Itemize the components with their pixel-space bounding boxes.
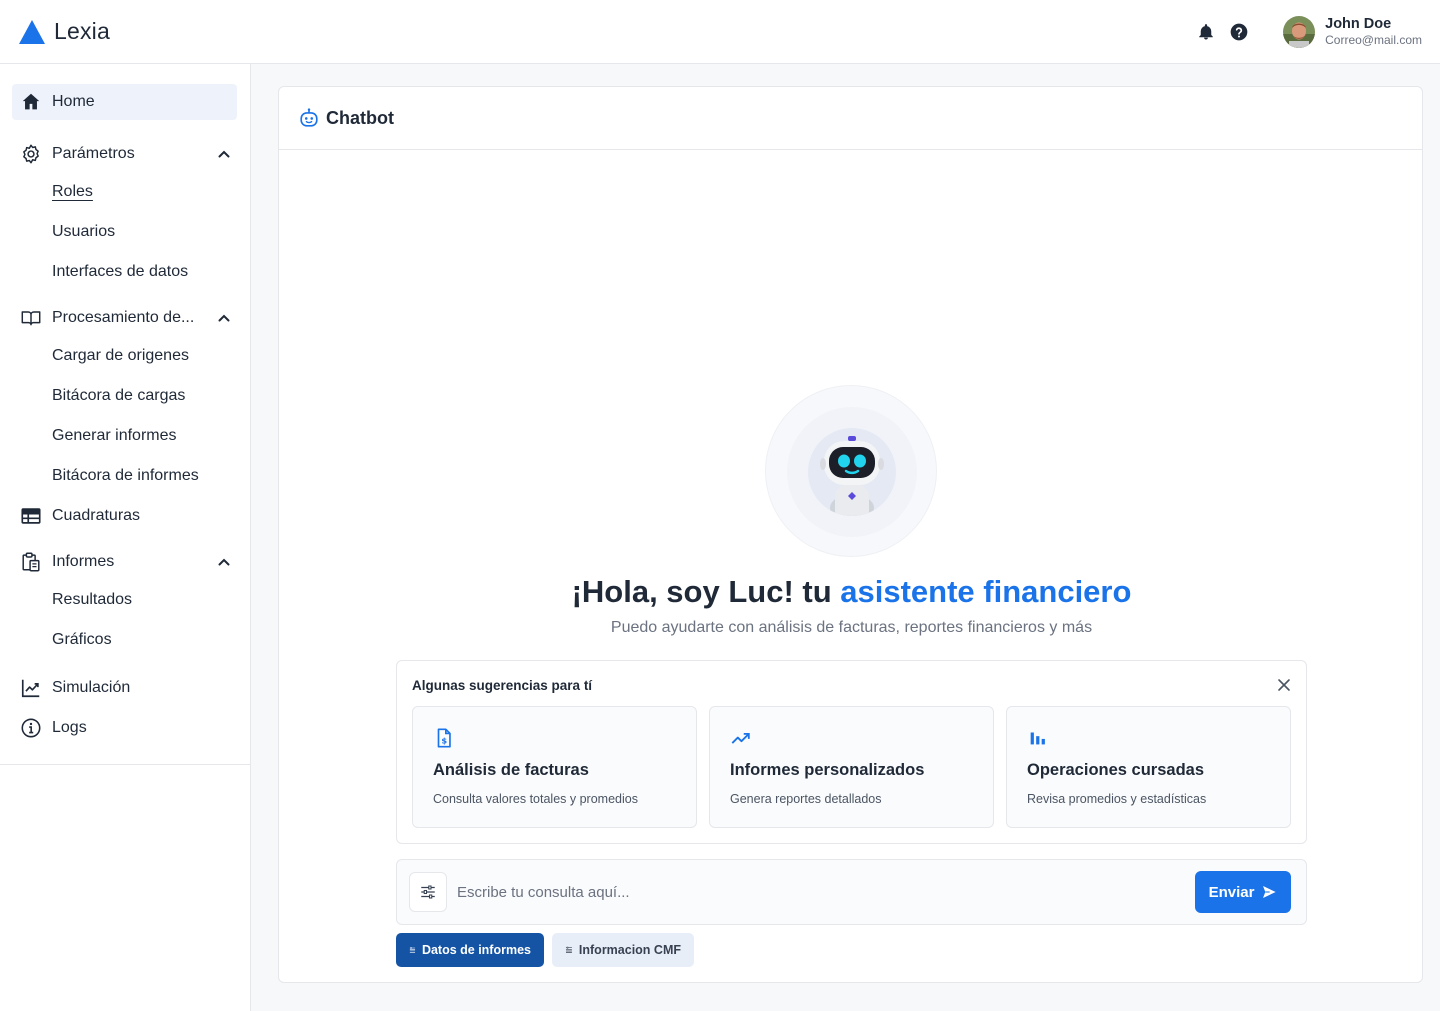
suggestion-description: Genera reportes detallados [730,792,882,806]
sidebar-item-home[interactable]: Home [12,84,237,120]
list-icon [565,946,572,953]
robot-icon [300,108,318,127]
sidebar-item-label: Logs [52,719,87,736]
sidebar-item-simulacion[interactable]: Simulación [12,670,237,706]
user-name: John Doe [1325,15,1392,32]
clipboard-icon [20,551,42,573]
user-menu[interactable]: John Doe Correo@mail.com [1283,15,1422,48]
brand-logo-icon [19,19,45,44]
sidebar-item-label: Cuadraturas [52,507,141,524]
bar-chart-icon [1030,732,1045,745]
suggestion-title: Análisis de facturas [433,761,589,779]
chat-composer: Enviar [396,859,1307,925]
suggestion-description: Revisa promedios y estadísticas [1027,792,1207,806]
sidebar-item-label: Home [52,93,95,110]
sidebar-subitem-interfaces[interactable]: Interfaces de datos [52,263,188,281]
help-icon[interactable] [1228,21,1250,43]
trending-up-icon [731,732,750,744]
brand-name: Lexia [54,18,110,44]
sidebar-item-label: Parámetros [52,145,135,162]
page-title: Chatbot [326,107,394,128]
chat-input[interactable] [457,872,1177,912]
list-icon [409,947,416,953]
robot-avatar [765,385,937,557]
suggestion-card-facturas[interactable]: $ Análisis de facturas Consulta valores … [412,706,697,828]
send-button[interactable]: Enviar [1195,871,1291,913]
greeting-prefix: ¡Hola, soy Luc! tu [571,574,841,609]
brand[interactable]: Lexia [18,18,110,45]
suggestions-panel: Algunas sugerencias para tí $ Análisis d… [396,660,1307,844]
book-icon [20,307,42,329]
sidebar-item-label: Informes [52,553,115,570]
sidebar-subitem-usuarios[interactable]: Usuarios [52,223,115,241]
avatar [1283,15,1316,48]
suggestions-title: Algunas sugerencias para tí [412,678,593,693]
invoice-icon: $ [437,728,451,748]
bell-icon[interactable] [1195,21,1217,43]
sidebar-subitem-bitacora-cargas[interactable]: Bitácora de cargas [52,387,185,405]
sidebar-item-cuadraturas[interactable]: Cuadraturas [12,498,237,534]
chevron-up-icon[interactable] [217,147,231,161]
user-email: Correo@mail.com [1325,32,1422,47]
chatbot-panel: Chatbot ¡Hola, soy Luc! tu asistente fin… [278,86,1423,983]
sidebar-item-label: Procesamiento de... [52,309,195,326]
suggestion-description: Consulta valores totales y promedios [433,792,638,806]
chip-label: Datos de informes [421,943,531,957]
sidebar-subitem-resultados[interactable]: Resultados [52,591,132,609]
sidebar-subitem-roles[interactable]: Roles [52,183,93,201]
sidebar-item-informes[interactable]: Informes [12,544,237,580]
suggestion-title: Informes personalizados [730,761,925,779]
table-icon [20,505,42,527]
sidebar-subitem-generar-informes[interactable]: Generar informes [52,427,177,445]
home-icon [20,91,42,113]
chevron-up-icon[interactable] [217,555,231,569]
sidebar-item-logs[interactable]: Logs [12,710,237,746]
close-icon[interactable] [1276,677,1292,693]
suggestion-title: Operaciones cursadas [1027,761,1205,779]
sidebar-subitem-bitacora-informes[interactable]: Bitácora de informes [52,467,199,485]
chip-datos-informes[interactable]: Datos de informes [396,933,544,967]
chip-informacion-cmf[interactable]: Informacion CMF [552,933,694,967]
info-icon [20,717,42,739]
header-actions: John Doe Correo@mail.com [1195,15,1422,48]
top-header: Lexia John Doe Correo@mail.com [0,0,1440,64]
greeting-subtitle: Puedo ayudarte con análisis de facturas,… [610,619,1093,636]
sidebar-nav: Home Parámetros Roles Usuarios Interface… [0,64,250,765]
gear-icon [20,143,42,165]
svg-text:$: $ [441,736,447,746]
user-info: John Doe Correo@mail.com [1325,16,1422,48]
suggestion-card-operaciones[interactable]: Operaciones cursadas Revisa promedios y … [1006,706,1291,828]
options-button[interactable] [409,872,447,912]
chatbot-header: Chatbot [279,87,1422,150]
chevron-up-icon[interactable] [217,311,231,325]
robot-illustration-icon [820,436,884,516]
greeting-title: ¡Hola, soy Luc! tu asistente financiero [279,574,1424,610]
send-icon [1263,886,1277,898]
chart-line-icon [20,677,42,699]
greeting-highlight: asistente financiero [840,574,1132,609]
sidebar: Home Parámetros Roles Usuarios Interface… [0,64,251,1011]
sliders-icon [421,885,435,899]
sidebar-subitem-cargar-origenes[interactable]: Cargar de origenes [52,347,189,365]
sidebar-subitem-graficos[interactable]: Gráficos [52,631,112,649]
sidebar-item-label: Simulación [52,679,131,696]
send-label: Enviar [1208,883,1255,901]
sidebar-item-procesamiento[interactable]: Procesamiento de... [12,300,237,336]
chip-label: Informacion CMF [578,943,681,957]
sidebar-item-parametros[interactable]: Parámetros [12,136,237,172]
suggestion-card-informes[interactable]: Informes personalizados Genera reportes … [709,706,994,828]
